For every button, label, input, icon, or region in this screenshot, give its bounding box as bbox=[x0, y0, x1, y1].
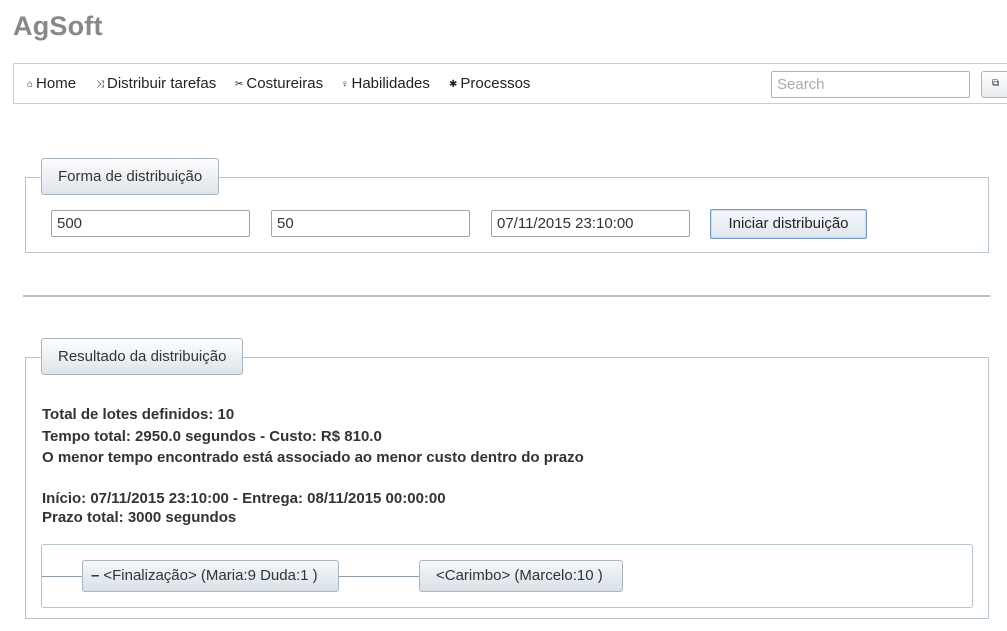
nav-item-label: Home bbox=[36, 75, 77, 92]
total-time-cost-text: Tempo total: 2950.0 segundos - Custo: R$… bbox=[42, 428, 382, 445]
start-distribution-button[interactable]: Iniciar distribuição bbox=[710, 209, 867, 239]
nav-item-habilidades[interactable]: ♀ Habilidades bbox=[341, 75, 430, 92]
start-delivery-text: Início: 07/11/2015 23:10:00 - Entrega: 0… bbox=[42, 490, 446, 507]
external-link-button[interactable]: ⧉ bbox=[981, 71, 1007, 98]
lightbulb-icon: ♀ bbox=[341, 79, 349, 90]
collapse-toggle-icon[interactable]: – bbox=[91, 567, 99, 584]
total-deadline-text: Prazo total: 3000 segundos bbox=[42, 509, 237, 526]
best-result-note: O menor tempo encontrado está associado … bbox=[42, 449, 584, 466]
nav-item-label: Habilidades bbox=[351, 75, 430, 92]
tree-node-carimbo[interactable]: <Carimbo> (Marcelo:10 ) bbox=[419, 560, 623, 592]
process-tree: – <Finalização> (Maria:9 Duda:1 ) <Carimb… bbox=[41, 544, 973, 608]
start-datetime-field[interactable] bbox=[491, 210, 690, 237]
nav-item-label: Distribuir tarefas bbox=[107, 75, 217, 92]
nav-item-costureiras[interactable]: ✂ Costureiras bbox=[235, 75, 323, 92]
nav-item-home[interactable]: ⌂ Home bbox=[27, 75, 76, 92]
search-input[interactable] bbox=[771, 71, 970, 98]
tree-connector bbox=[338, 576, 420, 577]
tree-connector bbox=[42, 576, 84, 577]
tree-node-finalizacao[interactable]: – <Finalização> (Maria:9 Duda:1 ) bbox=[82, 560, 339, 592]
section-divider bbox=[23, 295, 990, 297]
gear-icon: ✱ bbox=[449, 79, 458, 90]
brand-title[interactable]: AgSoft bbox=[13, 11, 103, 42]
lots-field[interactable] bbox=[51, 210, 250, 237]
external-link-icon: ⧉ bbox=[992, 78, 1000, 89]
result-legend[interactable]: Resultado da distribuição bbox=[41, 338, 244, 375]
total-lots-text: Total de lotes definidos: 10 bbox=[42, 406, 235, 423]
time-field[interactable] bbox=[271, 210, 470, 237]
shuffle-icon: ⤨ bbox=[96, 79, 104, 90]
nav-item-label: Processos bbox=[460, 75, 531, 92]
tree-node-label: <Finalização> (Maria:9 Duda:1 ) bbox=[103, 567, 318, 584]
nav-item-processos[interactable]: ✱ Processos bbox=[449, 75, 530, 92]
tree-node-label: <Carimbo> (Marcelo:10 ) bbox=[436, 567, 603, 584]
home-icon: ⌂ bbox=[27, 79, 34, 90]
distribution-form-legend[interactable]: Forma de distribuição bbox=[41, 158, 220, 195]
nav-item-distribuir-tarefas[interactable]: ⤨ Distribuir tarefas bbox=[96, 75, 216, 92]
top-navbar: ⌂ Home ⤨ Distribuir tarefas ✂ Costureiras ♀… bbox=[13, 63, 1007, 104]
scissors-icon: ✂ bbox=[235, 79, 244, 90]
nav-item-label: Costureiras bbox=[246, 75, 324, 92]
